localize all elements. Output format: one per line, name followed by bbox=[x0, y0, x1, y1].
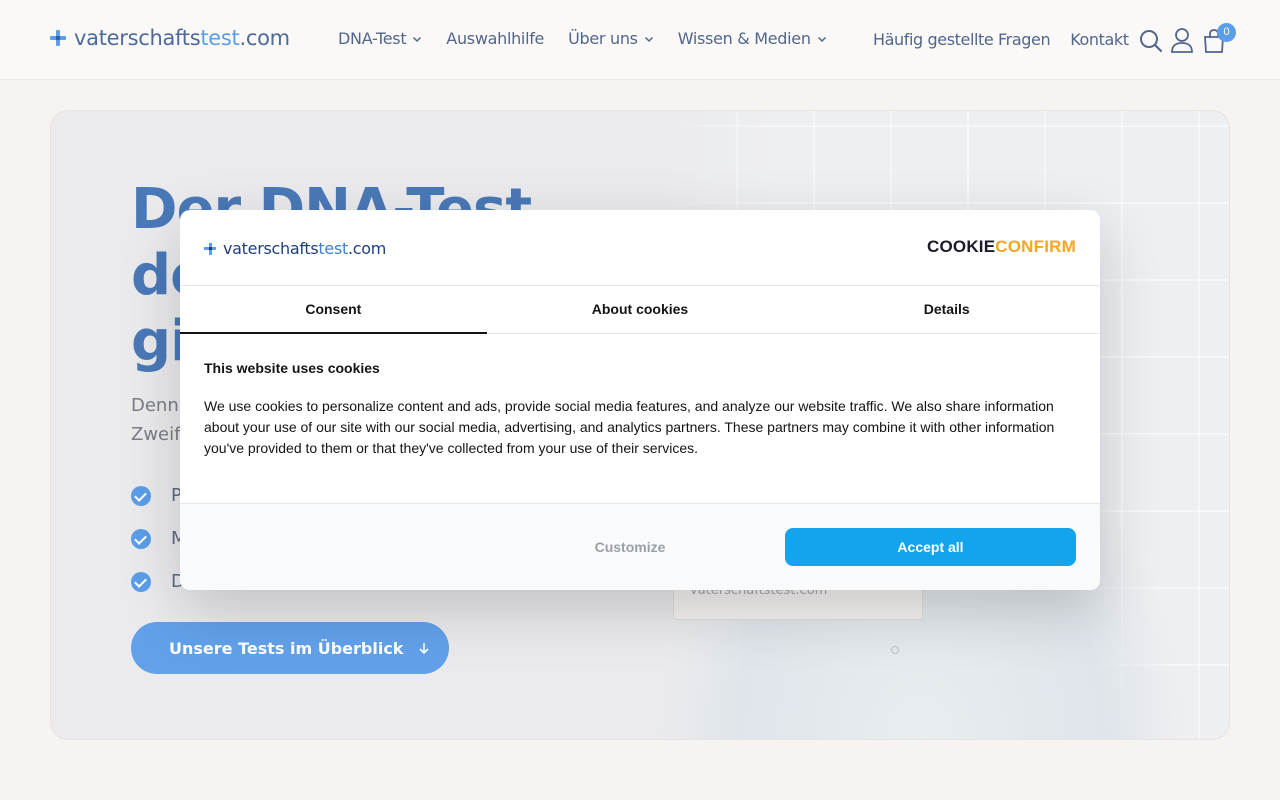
customize-button[interactable]: Customize bbox=[484, 528, 776, 566]
dialog-body: This website uses cookies We use cookies… bbox=[204, 360, 1076, 459]
dialog-heading: This website uses cookies bbox=[204, 360, 380, 376]
tab-details[interactable]: Details bbox=[793, 286, 1100, 334]
tab-about-cookies[interactable]: About cookies bbox=[487, 286, 794, 334]
dialog-footer: Customize Accept all bbox=[180, 503, 1100, 590]
dialog-logo-part3: .com bbox=[347, 239, 387, 258]
dialog-tabs: Consent About cookies Details bbox=[180, 286, 1100, 334]
dialog-logo-part2: test bbox=[318, 239, 348, 258]
dialog-logo: vaterschaftstest.com bbox=[204, 239, 386, 258]
brand-part3: CONFIRM bbox=[995, 237, 1076, 256]
cookie-consent-dialog: vaterschaftstest.com COOKIECONFIRM Conse… bbox=[180, 210, 1100, 590]
dialog-description: We use cookies to personalize content an… bbox=[204, 398, 1055, 456]
brand-part2: OOKIE bbox=[939, 237, 996, 256]
tab-consent[interactable]: Consent bbox=[180, 286, 487, 334]
brand-part1: C bbox=[926, 237, 940, 256]
dialog-header: vaterschaftstest.com COOKIECONFIRM bbox=[180, 210, 1100, 286]
cookieconfirm-logo: COOKIECONFIRM bbox=[927, 237, 1076, 257]
plus-icon bbox=[204, 242, 216, 255]
accept-all-button[interactable]: Accept all bbox=[785, 528, 1076, 566]
dialog-logo-part1: vaterschafts bbox=[223, 239, 319, 258]
